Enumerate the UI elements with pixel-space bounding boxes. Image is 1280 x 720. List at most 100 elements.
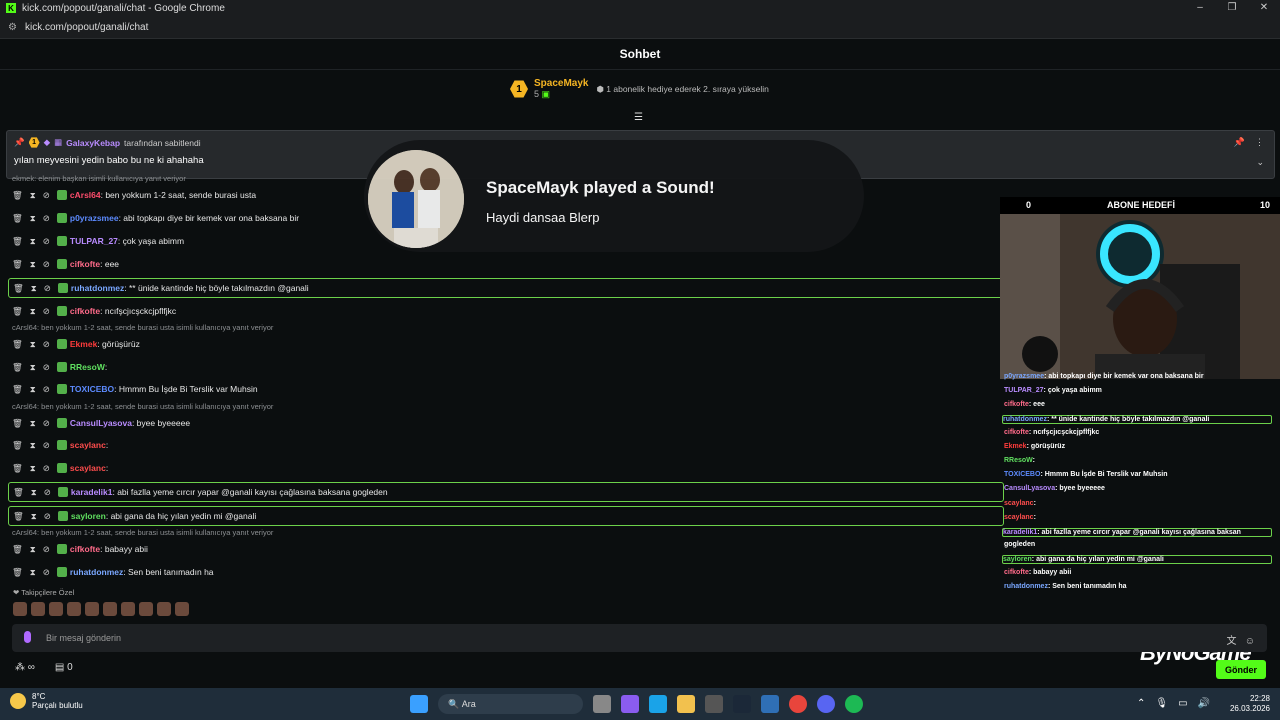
ban-icon[interactable]: ⊘: [43, 213, 50, 224]
ban-icon[interactable]: ⊘: [43, 236, 50, 247]
chat-message[interactable]: 🗑 ⧗ ⊘ cifkofte: eee: [12, 255, 119, 273]
delete-icon[interactable]: 🗑: [12, 339, 23, 350]
timeout-icon[interactable]: ⧗: [31, 511, 37, 522]
timeout-icon[interactable]: ⧗: [30, 463, 36, 474]
chat-username[interactable]: scaylanc: [70, 463, 106, 473]
spotify-icon[interactable]: [845, 695, 863, 713]
chat-username[interactable]: cifkofte: [70, 306, 100, 316]
chat-message[interactable]: 🗑 ⧗ ⊘ cifkofte: babayy abii: [12, 540, 148, 558]
ban-icon[interactable]: ⊘: [44, 487, 51, 498]
ban-icon[interactable]: ⊘: [43, 544, 50, 555]
timeout-icon[interactable]: ⧗: [30, 384, 36, 395]
pinned-by-user[interactable]: GalaxyKebap: [66, 138, 120, 148]
send-button[interactable]: Gönder: [1216, 660, 1266, 679]
task-view-icon[interactable]: [593, 695, 611, 713]
mail-icon[interactable]: [761, 695, 779, 713]
chat-message[interactable]: 🗑 ⧗ ⊘ TOXICEBO: Hmmm Bu İşde Bi Terslik var…: [12, 380, 258, 398]
edge-icon[interactable]: [649, 695, 667, 713]
chat-username[interactable]: karadelik1: [71, 487, 113, 497]
chat-username[interactable]: CansulLyasova: [70, 418, 132, 428]
gift-leaderboard[interactable]: 1 SpaceMayk 5 ▣ ⬢ 1 abonelik hediye eder…: [510, 78, 769, 100]
ban-icon[interactable]: ⊘: [43, 567, 50, 578]
chat-message[interactable]: 🗑 ⧗ ⊘ scaylanc:: [12, 459, 108, 477]
close-button[interactable]: ✕: [1248, 0, 1280, 16]
timeout-icon[interactable]: ⧗: [30, 339, 36, 350]
chat-username[interactable]: cifkofte: [70, 259, 100, 269]
timeout-icon[interactable]: ⧗: [31, 487, 37, 498]
delete-icon[interactable]: 🗑: [12, 306, 23, 317]
chat-message[interactable]: 🗑 ⧗ ⊘ CansulLyasova: byee byeeeee: [12, 414, 190, 432]
gift-user[interactable]: SpaceMayk: [534, 78, 588, 89]
delete-icon[interactable]: 🗑: [13, 283, 24, 294]
copilot-icon[interactable]: [621, 695, 639, 713]
emote-7[interactable]: [121, 602, 135, 616]
ban-icon[interactable]: ⊘: [43, 362, 50, 373]
explorer-icon[interactable]: [677, 695, 695, 713]
ban-icon[interactable]: ⊘: [43, 384, 50, 395]
timeout-icon[interactable]: ⧗: [31, 283, 37, 294]
delete-icon[interactable]: 🗑: [12, 213, 23, 224]
site-info-icon[interactable]: ⚙: [8, 22, 17, 33]
delete-icon[interactable]: 🗑: [12, 259, 23, 270]
ban-icon[interactable]: ⊘: [43, 339, 50, 350]
chat-username[interactable]: TULPAR_27: [70, 236, 118, 246]
chat-username[interactable]: cArsl64: [70, 190, 101, 200]
emote-4[interactable]: [67, 602, 81, 616]
chat-message[interactable]: 🗑 ⧗ ⊘ cArsl64: ben yokkum 1-2 saat, sende b…: [12, 186, 256, 204]
chat-message[interactable]: 🗑 ⧗ ⊘ ruhatdonmez: Sen beni tanımadın ha: [12, 563, 214, 581]
emote-3[interactable]: [49, 602, 63, 616]
start-icon[interactable]: [410, 695, 428, 713]
url-text[interactable]: kick.com/popout/ganali/chat: [25, 22, 148, 33]
taskbar-clock[interactable]: 22:28 26.03.2026: [1230, 694, 1270, 714]
timeout-icon[interactable]: ⧗: [30, 213, 36, 224]
timeout-icon[interactable]: ⧗: [30, 362, 36, 373]
ban-icon[interactable]: ⊘: [43, 418, 50, 429]
address-bar[interactable]: ⚙ kick.com/popout/ganali/chat: [0, 16, 1280, 39]
emote-9[interactable]: [157, 602, 171, 616]
translate-icon[interactable]: 文: [1226, 636, 1236, 647]
unpin-icon[interactable]: 📌: [1234, 137, 1245, 147]
timeout-icon[interactable]: ⧗: [30, 236, 36, 247]
ban-icon[interactable]: ⊘: [44, 283, 51, 294]
timeout-icon[interactable]: ⧗: [30, 544, 36, 555]
expand-chevron-icon[interactable]: ⌄: [1256, 157, 1264, 168]
share-icon[interactable]: ⁂ ∞: [15, 662, 35, 673]
chat-message[interactable]: 🗑 ⧗ ⊘ RResoW:: [12, 358, 107, 376]
timeout-icon[interactable]: ⧗: [30, 190, 36, 201]
chat-username[interactable]: cifkofte: [70, 544, 100, 554]
chat-input-placeholder[interactable]: Bir mesaj gönderin: [46, 633, 121, 643]
delete-icon[interactable]: 🗑: [12, 418, 23, 429]
chat-input[interactable]: Bir mesaj gönderin 文 ☺: [12, 624, 1267, 652]
chat-message[interactable]: 🗑 ⧗ ⊘ scaylanc:: [12, 436, 108, 454]
emote-6[interactable]: [103, 602, 117, 616]
timeout-icon[interactable]: ⧗: [30, 306, 36, 317]
chat-username[interactable]: RResoW: [70, 362, 105, 372]
minimize-button[interactable]: –: [1184, 0, 1216, 16]
delete-icon[interactable]: 🗑: [13, 511, 24, 522]
tray-volume-icon[interactable]: 🔊: [1198, 698, 1210, 709]
timeout-icon[interactable]: ⧗: [30, 567, 36, 578]
chrome-icon[interactable]: [789, 695, 807, 713]
maximize-button[interactable]: ❐: [1216, 0, 1248, 16]
chat-username[interactable]: scaylanc: [70, 440, 106, 450]
emote-1[interactable]: [13, 602, 27, 616]
chat-message[interactable]: 🗑 ⧗ ⊘ p0yrazsmee: abi topkapı diye bir keme…: [12, 209, 299, 227]
more-options-icon[interactable]: ⋮: [1255, 137, 1264, 147]
chat-message[interactable]: 🗑 ⧗ ⊘ Ekmek: görüşürüz: [12, 335, 140, 353]
mic-icon[interactable]: [24, 631, 31, 643]
weather-widget[interactable]: 8°C Parçalı bulutlu: [10, 692, 83, 710]
tray-network-icon[interactable]: ▭: [1178, 698, 1187, 709]
delete-icon[interactable]: 🗑: [12, 362, 23, 373]
chat-message[interactable]: 🗑 ⧗ ⊘ karadelik1: abi fazlla yeme cırcır ya…: [8, 482, 1004, 502]
ban-icon[interactable]: ⊘: [43, 190, 50, 201]
chat-message[interactable]: 🗑 ⧗ ⊘ sayloren: abi gana da hiç yılan yedin…: [8, 506, 1004, 526]
store-app-icon[interactable]: [705, 695, 723, 713]
chat-username[interactable]: ruhatdonmez: [71, 283, 124, 293]
delete-icon[interactable]: 🗑: [13, 487, 24, 498]
ban-icon[interactable]: ⊘: [43, 306, 50, 317]
delete-icon[interactable]: 🗑: [12, 190, 23, 201]
collapse-menu-icon[interactable]: ☰: [634, 112, 643, 123]
delete-icon[interactable]: 🗑: [12, 440, 23, 451]
delete-icon[interactable]: 🗑: [12, 567, 23, 578]
timeout-icon[interactable]: ⧗: [30, 440, 36, 451]
